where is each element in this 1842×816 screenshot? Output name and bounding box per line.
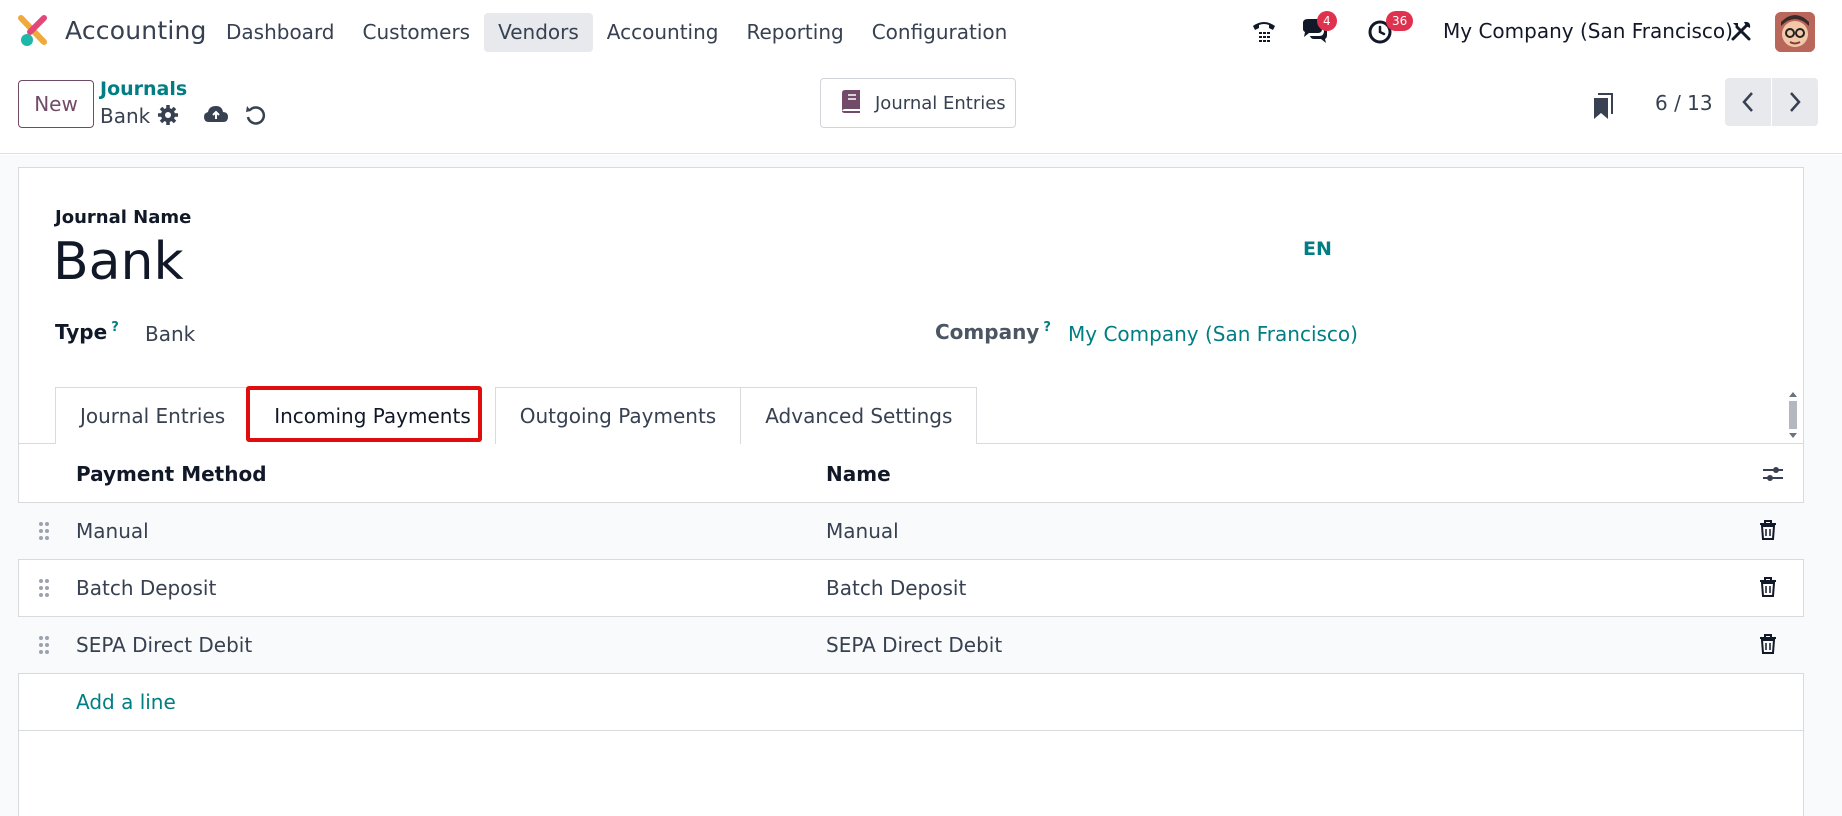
type-help-icon[interactable]: ? — [111, 320, 119, 335]
menu-reporting[interactable]: Reporting — [732, 13, 857, 52]
trash-icon[interactable] — [1759, 577, 1777, 601]
table-row[interactable]: Manual Manual — [18, 503, 1804, 560]
tools-icon[interactable] — [1724, 14, 1758, 48]
messages-icon[interactable]: 4 — [1297, 11, 1337, 48]
menu-vendors[interactable]: Vendors — [484, 13, 593, 52]
control-panel: New Journals Bank Journal Entries 6 / 13 — [0, 64, 1842, 154]
name-cell[interactable]: SEPA Direct Debit — [826, 633, 1002, 657]
breadcrumb-journals[interactable]: Journals — [100, 78, 187, 100]
journal-name-label: Journal Name — [55, 207, 192, 228]
optional-columns-icon[interactable] — [1762, 464, 1784, 488]
book-icon — [837, 87, 865, 120]
add-line-row: Add a line — [18, 674, 1804, 731]
drag-handle-icon[interactable] — [38, 521, 50, 545]
tab-journal-entries[interactable]: Journal Entries — [55, 387, 251, 444]
drag-handle-icon[interactable] — [38, 635, 50, 659]
company-switcher[interactable]: My Company (San Francisco) — [1443, 19, 1733, 43]
column-name[interactable]: Name — [826, 462, 891, 486]
add-a-line-link[interactable]: Add a line — [76, 690, 176, 714]
pager-value[interactable]: 6 / 13 — [1655, 91, 1713, 115]
tab-advanced-settings[interactable]: Advanced Settings — [740, 387, 978, 444]
menu-dashboard[interactable]: Dashboard — [212, 13, 349, 52]
table-row[interactable]: SEPA Direct Debit SEPA Direct Debit — [18, 617, 1804, 674]
chevron-right-icon — [1790, 92, 1801, 112]
pager-next-button[interactable] — [1772, 78, 1818, 126]
pager-previous-button[interactable] — [1725, 78, 1771, 126]
company-field[interactable]: My Company (San Francisco) — [1068, 322, 1358, 346]
main-menu: Dashboard Customers Vendors Accounting R… — [212, 13, 1021, 52]
payment-methods-table: Payment Method Name Manual Manual Batch … — [18, 444, 1804, 731]
company-label: Company? — [935, 320, 1051, 344]
journal-entries-smart-button[interactable]: Journal Entries — [820, 78, 1016, 128]
trash-icon[interactable] — [1759, 520, 1777, 544]
bookmark-icon[interactable] — [1592, 92, 1614, 124]
smart-button-label: Journal Entries — [875, 92, 1006, 114]
name-cell[interactable]: Batch Deposit — [826, 576, 966, 600]
column-payment-method[interactable]: Payment Method — [76, 462, 267, 486]
phone-icon[interactable] — [1247, 14, 1281, 48]
type-value[interactable]: Bank — [145, 322, 195, 346]
name-cell[interactable]: Manual — [826, 519, 899, 543]
notebook-tabs: Journal Entries Incoming Payments Outgoi… — [55, 387, 978, 444]
payment-method-cell[interactable]: Manual — [76, 519, 149, 543]
payment-method-cell[interactable]: SEPA Direct Debit — [76, 633, 252, 657]
activities-clock-icon[interactable]: 36 — [1364, 11, 1414, 48]
breadcrumb-current: Bank — [100, 104, 151, 128]
table-row[interactable]: Batch Deposit Batch Deposit — [18, 560, 1804, 617]
tab-incoming-payments[interactable]: Incoming Payments — [249, 387, 496, 444]
menu-customers[interactable]: Customers — [349, 13, 485, 52]
trash-icon[interactable] — [1759, 634, 1777, 658]
gear-icon[interactable] — [157, 104, 179, 130]
table-body: Manual Manual Batch Deposit Batch Deposi… — [18, 503, 1804, 731]
payment-method-cell[interactable]: Batch Deposit — [76, 576, 216, 600]
menu-configuration[interactable]: Configuration — [858, 13, 1022, 52]
chevron-left-icon — [1742, 92, 1753, 112]
journal-name-input[interactable]: Bank — [53, 232, 184, 292]
type-label: Type? — [55, 320, 119, 344]
tabs-scrollbar[interactable] — [1786, 388, 1800, 442]
company-help-icon[interactable]: ? — [1043, 320, 1051, 335]
app-name[interactable]: Accounting — [65, 16, 207, 45]
table-header: Payment Method Name — [18, 444, 1804, 503]
user-avatar[interactable] — [1775, 12, 1815, 52]
activities-badge: 36 — [1386, 11, 1414, 31]
save-cloud-icon[interactable] — [203, 104, 229, 130]
drag-handle-icon[interactable] — [38, 578, 50, 602]
language-button[interactable]: EN — [1303, 238, 1332, 260]
messages-badge: 4 — [1317, 11, 1337, 31]
new-button[interactable]: New — [18, 80, 94, 128]
top-navbar: Accounting Dashboard Customers Vendors A… — [0, 0, 1842, 64]
accounting-app-icon[interactable] — [18, 14, 50, 48]
tab-outgoing-payments[interactable]: Outgoing Payments — [494, 387, 742, 444]
discard-undo-icon[interactable] — [245, 104, 267, 130]
menu-accounting[interactable]: Accounting — [593, 13, 733, 52]
